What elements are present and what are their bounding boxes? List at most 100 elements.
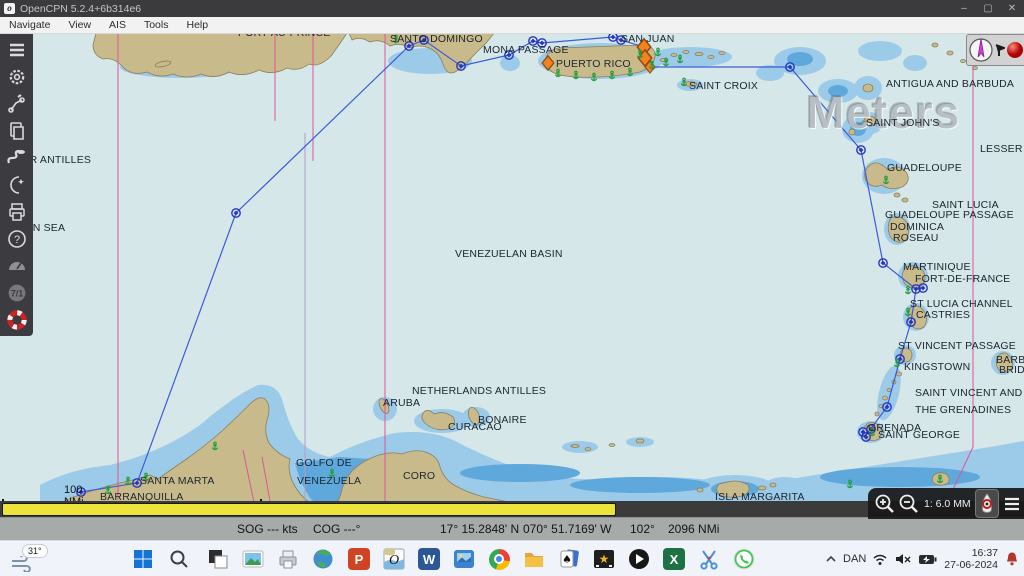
toolbar-menu-button[interactable] bbox=[3, 36, 30, 63]
cursor-latitude: 17° 15.2848' N bbox=[440, 522, 519, 536]
toolbar-print-button[interactable] bbox=[3, 198, 30, 225]
map-label: MONA PASSAGE bbox=[483, 44, 569, 56]
taskbar-solitaire-app[interactable]: ♠ bbox=[557, 547, 581, 571]
sog-readout: SOG --- kts bbox=[237, 522, 298, 536]
panel-menu-icon bbox=[1002, 494, 1022, 514]
chrome-icon bbox=[489, 549, 510, 570]
route-manager-icon bbox=[7, 121, 27, 141]
notification-bell-icon[interactable] bbox=[1004, 551, 1020, 567]
tray-clock[interactable]: 16:37 27-06-2024 bbox=[944, 547, 998, 571]
map-label: ARUBA bbox=[383, 397, 420, 409]
map-label: THE GRENADINES bbox=[915, 404, 1011, 416]
chart-bar-segment[interactable] bbox=[2, 503, 616, 516]
map-label: LESSER ANTILLES bbox=[980, 143, 1024, 155]
taskbar-snipping-app[interactable] bbox=[697, 547, 721, 571]
map-label: GUADELOUPE PASSAGE bbox=[885, 209, 1014, 221]
svg-text:?: ? bbox=[13, 234, 19, 246]
menu-help[interactable]: Help bbox=[177, 19, 217, 31]
printer-icon bbox=[7, 202, 27, 222]
minimize-button[interactable]: – bbox=[952, 0, 976, 17]
taskbar-globe-app[interactable] bbox=[311, 547, 335, 571]
taskbar-opencpn-app[interactable]: O bbox=[382, 547, 406, 571]
solitaire-cards-icon: ♠ bbox=[558, 548, 580, 570]
movies-tv-icon: ★ bbox=[593, 548, 615, 570]
toolbar-mob-button[interactable] bbox=[3, 306, 30, 333]
windows-taskbar: 31° P O W bbox=[0, 540, 1024, 576]
taskbar-powerpoint-app[interactable]: P bbox=[347, 547, 371, 571]
map-label: KINGSTOWN bbox=[904, 361, 970, 373]
tray-chevron-icon[interactable] bbox=[825, 554, 837, 564]
chart-scale-label: 1: 6.0 MM bbox=[924, 498, 971, 510]
weather-routing-icon: 7/1 bbox=[6, 283, 28, 303]
map-label: VENEZUELAN BASIN bbox=[455, 248, 563, 260]
map-label: CORO bbox=[403, 470, 435, 482]
menu-ais[interactable]: AIS bbox=[100, 19, 135, 31]
taskbar-movies-app[interactable]: ★ bbox=[592, 547, 616, 571]
taskbar-mediaplayer-app[interactable] bbox=[627, 547, 651, 571]
mob-lifebuoy-icon bbox=[6, 309, 28, 331]
start-button[interactable] bbox=[131, 547, 155, 571]
map-label: SANTA MARTA bbox=[140, 475, 215, 487]
windows-logo-icon bbox=[133, 549, 153, 569]
toolbar-route-manager-button[interactable] bbox=[3, 117, 30, 144]
zoom-in-button[interactable] bbox=[874, 493, 896, 515]
svg-text:♠: ♠ bbox=[562, 553, 572, 566]
map-label: GOLFO DE bbox=[296, 457, 352, 469]
map-label: FORT-DE-FRANCE bbox=[915, 273, 1010, 285]
toolbar-create-route-button[interactable] bbox=[3, 90, 30, 117]
compass-rose-icon[interactable] bbox=[968, 37, 994, 63]
compass-widget[interactable] bbox=[966, 34, 1024, 66]
globe-icon bbox=[312, 548, 334, 570]
star-glyph bbox=[18, 179, 24, 185]
taskbar-word-app[interactable]: W bbox=[417, 547, 441, 571]
chartbar-menu-button[interactable] bbox=[1002, 494, 1022, 514]
map-label: GUADELOUPE bbox=[887, 162, 962, 174]
map-label-layer: PORT-AU-PRINCESANTO DOMINGOMONA PASSAGES… bbox=[0, 33, 1024, 517]
menu-view[interactable]: View bbox=[59, 19, 100, 31]
gear-icon bbox=[7, 67, 27, 87]
toolbar-track-button[interactable] bbox=[3, 144, 30, 171]
battery-icon[interactable] bbox=[918, 552, 938, 566]
status-bar: SOG --- kts COG ---° 17° 15.2848' N 070°… bbox=[0, 517, 1024, 541]
map-label: PUERTO RICO bbox=[556, 58, 631, 70]
toolbar-dashboard-button[interactable] bbox=[3, 252, 30, 279]
gps-activity-icon bbox=[995, 43, 1005, 57]
chart-control-panel: 1: 6.0 MM bbox=[868, 488, 1024, 519]
taskbar-excel-app[interactable]: X bbox=[662, 547, 686, 571]
map-label: MARTINIQUE bbox=[903, 261, 971, 273]
opencpn-app-icon: O bbox=[383, 548, 405, 570]
task-view-button[interactable] bbox=[206, 547, 230, 571]
toolbar-colorscheme-button[interactable] bbox=[3, 171, 30, 198]
menu-bar: Navigate View AIS Tools Help bbox=[0, 17, 1024, 34]
toolbar-weather-button[interactable]: 7/1 bbox=[3, 279, 30, 306]
taskbar-search-button[interactable] bbox=[167, 547, 191, 571]
menu-navigate[interactable]: Navigate bbox=[0, 19, 59, 31]
taskbar-chrome-app[interactable] bbox=[487, 547, 511, 571]
weather-widget[interactable]: 31° bbox=[8, 544, 68, 574]
toolbar-options-button[interactable] bbox=[3, 63, 30, 90]
toolbar-help-button[interactable]: ? bbox=[3, 225, 30, 252]
taskbar-fax-app[interactable] bbox=[276, 547, 300, 571]
excel-icon: X bbox=[663, 548, 685, 570]
taskbar-explorer-app[interactable] bbox=[522, 547, 546, 571]
language-indicator[interactable]: DAN bbox=[843, 553, 866, 565]
taskbar-whatsapp-app[interactable] bbox=[732, 547, 756, 571]
chart-canvas[interactable]: Meters PORT-AU-PRINCESANTO DOMINGOMONA P… bbox=[0, 33, 1024, 517]
window-titlebar[interactable]: o OpenCPN 5.2.4+6b314e6 – ▢ ✕ bbox=[0, 0, 1024, 17]
volume-muted-icon[interactable] bbox=[894, 552, 912, 566]
wifi-icon[interactable] bbox=[872, 552, 888, 566]
follow-vessel-button[interactable] bbox=[975, 489, 999, 518]
maximize-button[interactable]: ▢ bbox=[976, 0, 1000, 17]
main-toolbar: ? 7/1 bbox=[0, 33, 33, 336]
svg-text:★: ★ bbox=[599, 552, 610, 566]
media-player-icon bbox=[628, 548, 650, 570]
zoom-out-button[interactable] bbox=[898, 493, 920, 515]
folder-icon bbox=[523, 548, 545, 570]
temperature-badge: 31° bbox=[22, 544, 48, 558]
close-button[interactable]: ✕ bbox=[1000, 0, 1024, 17]
taskbar-media-app[interactable] bbox=[452, 547, 476, 571]
opencpn-logo-icon: o bbox=[4, 3, 15, 14]
menu-tools[interactable]: Tools bbox=[135, 19, 178, 31]
route-create-icon bbox=[7, 94, 27, 114]
taskbar-photos-app[interactable] bbox=[241, 547, 265, 571]
